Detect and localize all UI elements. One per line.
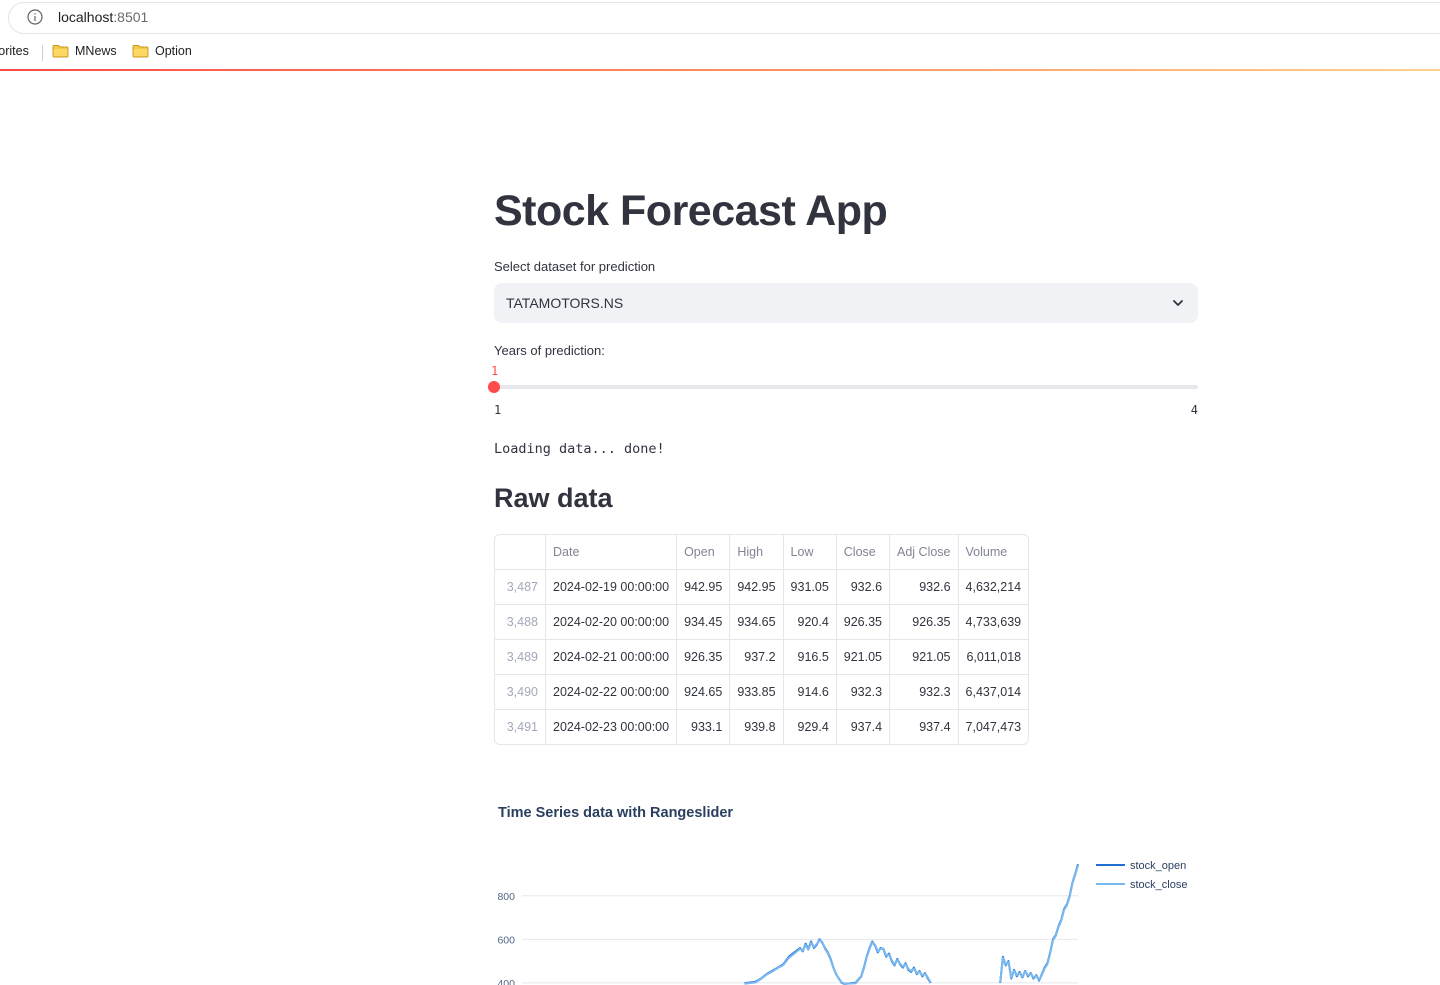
url-text[interactable]: localhost:8501 xyxy=(58,9,148,25)
cell-low: 914.6 xyxy=(783,674,837,710)
cell-open: 933.1 xyxy=(676,709,731,744)
bookmark-favorites[interactable]: vorites xyxy=(0,44,29,58)
cell-date: 2024-02-19 00:00:00 xyxy=(545,569,678,605)
cell-low: 920.4 xyxy=(783,604,837,640)
cell-date: 2024-02-22 00:00:00 xyxy=(545,674,678,710)
bookmark-option[interactable]: Option xyxy=(132,44,192,58)
dataset-select-value: TATAMOTORS.NS xyxy=(506,295,624,311)
cell-volume: 7,047,473 xyxy=(965,720,1022,734)
chart-title: Time Series data with Rangeslider xyxy=(498,805,734,821)
legend-label[interactable]: stock_open xyxy=(1130,860,1186,872)
cell-high: 933.85 xyxy=(729,674,784,710)
status-text: Loading data... done! xyxy=(494,441,665,457)
dataset-label: Select dataset for prediction xyxy=(494,259,656,274)
chevron-down-icon xyxy=(1173,300,1183,306)
folder-icon xyxy=(52,45,69,58)
cell-open: 942.95 xyxy=(676,569,731,605)
column-header[interactable]: Date xyxy=(545,535,678,570)
url-host: localhost xyxy=(58,9,114,25)
slider-current-value: 1 xyxy=(491,364,499,378)
cell-low: 929.4 xyxy=(783,709,837,744)
table-row: 3,490 2024-02-22 00:00:00 924.65 933.85 … xyxy=(495,674,1029,710)
url-field[interactable] xyxy=(8,2,1440,34)
cell-close: 926.35 xyxy=(836,604,891,640)
cell-date: 2024-02-21 00:00:00 xyxy=(545,639,678,675)
column-header[interactable] xyxy=(495,535,546,570)
row-index: 3,488 xyxy=(495,604,546,640)
raw-data-heading: Raw data xyxy=(494,483,613,513)
row-index: 3,489 xyxy=(495,639,546,675)
series-line-stock_close xyxy=(744,939,932,985)
cell-volume: 6,437,014 xyxy=(958,674,1029,710)
cell-date: 2024-02-23 00:00:00 xyxy=(545,709,678,744)
table-row: 3,489 2024-02-21 00:00:00 926.35 937.2 9… xyxy=(495,639,1029,675)
cell-high: 939.8 xyxy=(729,709,784,744)
table-row: 3,487 2024-02-19 00:00:00 942.95 942.95 … xyxy=(495,569,1029,605)
slider-min-label: 1 xyxy=(494,403,502,417)
years-label: Years of prediction: xyxy=(494,343,605,358)
bookmark-label: Option xyxy=(155,44,192,58)
years-slider-thumb[interactable] xyxy=(488,381,500,393)
table-row: 3,488 2024-02-20 00:00:00 934.45 934.65 … xyxy=(495,604,1029,640)
column-header[interactable]: High xyxy=(729,535,784,570)
cell-adj-close: 932.3 xyxy=(889,674,959,710)
bookmark-label: MNews xyxy=(75,44,117,58)
table-row: 3,491 2024-02-23 00:00:00 933.1 939.8 92… xyxy=(495,709,1028,744)
row-index: 3,491 xyxy=(495,709,546,744)
column-header[interactable]: Volume xyxy=(958,535,1029,570)
cell-adj-close: 937.4 xyxy=(889,709,959,744)
series-line-stock_open xyxy=(999,864,1079,983)
url-port: :8501 xyxy=(113,9,149,25)
address-bar: localhost:8501 xyxy=(0,0,1440,36)
raw-data-table[interactable]: Date Open High Low Close Adj Close Volum… xyxy=(494,534,1030,745)
folder-icon xyxy=(132,45,149,58)
slider-max-label: 4 xyxy=(1190,403,1198,417)
y-tick-label: 600 xyxy=(497,934,515,946)
bookmark-mnews[interactable]: MNews xyxy=(52,44,117,58)
years-slider-track[interactable] xyxy=(494,385,1198,389)
cell-close: 932.3 xyxy=(836,674,891,710)
cell-adj-close: 921.05 xyxy=(889,639,959,675)
legend-label[interactable]: stock_close xyxy=(1130,879,1187,891)
column-header[interactable]: Open xyxy=(676,535,731,570)
series-line-stock_close xyxy=(999,865,1079,983)
column-header[interactable]: Adj Close xyxy=(889,535,959,570)
cell-volume: 4,733,639 xyxy=(958,604,1029,640)
cell-low: 931.05 xyxy=(783,569,837,605)
bookmarks-divider xyxy=(42,45,43,61)
cell-open: 924.65 xyxy=(676,674,731,710)
cell-adj-close: 926.35 xyxy=(889,604,959,640)
cell-adj-close: 932.6 xyxy=(889,569,959,605)
dataset-select[interactable]: TATAMOTORS.NS xyxy=(494,283,1198,323)
column-header[interactable]: Close xyxy=(836,535,891,570)
table-header-row: Date Open High Low Close Adj Close Volum… xyxy=(495,535,1029,570)
bookmark-label: vorites xyxy=(0,44,29,58)
cell-high: 937.2 xyxy=(729,639,784,675)
column-header[interactable]: Low xyxy=(783,535,837,570)
y-tick-label: 800 xyxy=(497,891,515,903)
row-index: 3,487 xyxy=(495,569,546,605)
time-series-chart[interactable]: 400 600 800 stock_open stock_close xyxy=(494,860,1198,985)
row-index: 3,490 xyxy=(495,674,546,710)
info-icon[interactable] xyxy=(27,9,43,25)
cell-close: 932.6 xyxy=(836,569,891,605)
cell-high: 934.65 xyxy=(729,604,784,640)
page-title: Stock Forecast App xyxy=(494,187,888,235)
cell-open: 934.45 xyxy=(676,604,731,640)
y-tick-label: 400 xyxy=(497,978,515,985)
header-decoration xyxy=(0,69,1440,71)
cell-high: 942.95 xyxy=(729,569,784,605)
cell-open: 926.35 xyxy=(676,639,731,675)
cell-low: 916.5 xyxy=(783,639,837,675)
cell-volume: 4,632,214 xyxy=(958,569,1029,605)
cell-volume: 6,011,018 xyxy=(958,639,1029,675)
cell-date: 2024-02-20 00:00:00 xyxy=(545,604,678,640)
bookmarks-bar: vorites MNews Option xyxy=(0,36,1440,68)
cell-close: 921.05 xyxy=(836,639,891,675)
cell-close: 937.4 xyxy=(836,709,891,744)
